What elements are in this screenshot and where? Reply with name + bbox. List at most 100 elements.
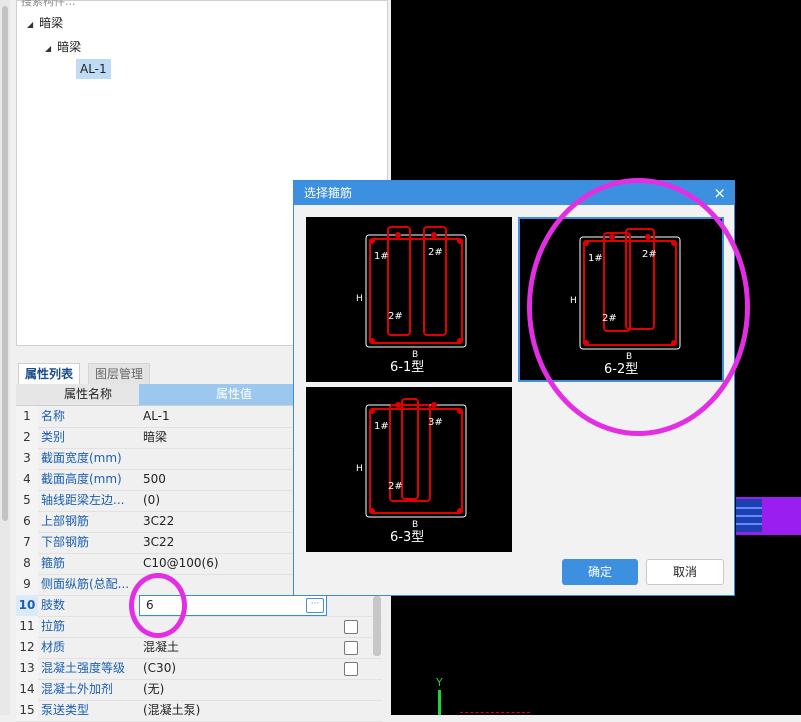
rebar-dot xyxy=(457,508,463,514)
label-3: 2# xyxy=(602,313,617,324)
dim-h: H xyxy=(356,294,363,304)
stirrup-diagram: 1# 2# 2# B H 6-1型 xyxy=(356,226,467,375)
rebar-dot xyxy=(457,408,463,414)
dim-b: B xyxy=(626,352,632,362)
input-value: 6 xyxy=(146,598,154,612)
cancel-button[interactable]: 取消 xyxy=(646,559,724,585)
stirrup-option-2[interactable]: 1# 2# 2# B H 6-2型 xyxy=(518,217,724,382)
attach-checkbox[interactable] xyxy=(344,641,358,655)
close-icon[interactable]: × xyxy=(713,181,726,205)
property-name: 肢数 xyxy=(41,598,66,612)
row-number: 7 xyxy=(16,532,38,553)
property-name: 截面高度(mm) xyxy=(41,472,122,486)
table-scrollbar[interactable] xyxy=(373,596,381,656)
row-number: 6 xyxy=(16,511,38,532)
dim-h: H xyxy=(356,464,363,474)
canvas-dashed-line xyxy=(460,712,530,714)
stirrup-type-label: 6-2型 xyxy=(604,362,638,377)
canvas-selected-element xyxy=(736,499,762,532)
property-name: 材质 xyxy=(41,640,66,654)
label-2: 2# xyxy=(642,249,657,260)
scrollbar-thumb[interactable] xyxy=(2,6,8,521)
row-number: 14 xyxy=(16,679,38,700)
attach-checkbox[interactable] xyxy=(344,620,358,634)
property-name: 类别 xyxy=(41,430,66,444)
rebar-dot xyxy=(671,340,677,346)
rebar-dot xyxy=(395,232,401,238)
table-row[interactable]: 15 泵送类型 (混凝土泵) xyxy=(16,700,382,722)
row-number: 11 xyxy=(16,616,38,637)
row-number: 1 xyxy=(16,406,38,427)
table-row[interactable]: 11 拉筋 xyxy=(16,616,382,638)
header-property-name: 属性名称 xyxy=(63,387,112,401)
left-scrollbar[interactable] xyxy=(0,0,10,715)
rebar-dot xyxy=(369,408,375,414)
rebar-dot xyxy=(369,338,375,344)
inner-stirrup-2 xyxy=(423,226,447,336)
tree-search-input[interactable]: 搜索构件... xyxy=(21,0,76,9)
property-name: 混凝土外加剂 xyxy=(41,682,114,696)
leg-count-input[interactable]: 6 ··· xyxy=(139,595,327,616)
property-value[interactable]: 混凝土 xyxy=(143,637,323,658)
rebar-dot xyxy=(609,234,615,240)
dim-h: H xyxy=(570,296,577,306)
tab-property-list[interactable]: 属性列表 xyxy=(18,363,81,385)
tree-node-label: AL-1 xyxy=(80,62,107,76)
rebar-dot xyxy=(395,402,401,408)
rebar-dot xyxy=(583,340,589,346)
tree-node-child[interactable]: ◢ 暗梁 xyxy=(45,38,81,55)
row-number: 9 xyxy=(16,574,38,595)
axis-y-label: Y xyxy=(436,676,443,689)
label-3: 2# xyxy=(388,481,403,492)
ellipsis-button[interactable]: ··· xyxy=(306,598,324,613)
property-name: 泵送类型 xyxy=(41,703,90,717)
rebar-dot xyxy=(369,508,375,514)
property-name: 拉筋 xyxy=(41,619,66,633)
table-row[interactable]: 10 肢数 6 ··· xyxy=(16,595,382,617)
row-number: 5 xyxy=(16,490,38,511)
label-1: 1# xyxy=(374,421,389,432)
property-value[interactable] xyxy=(143,616,323,637)
table-row[interactable]: 14 混凝土外加剂 (无) xyxy=(16,679,382,701)
attach-checkbox[interactable] xyxy=(344,662,358,676)
stirrup-type-label: 6-3型 xyxy=(390,530,424,545)
row-number: 8 xyxy=(16,553,38,574)
row-number: 13 xyxy=(16,658,38,679)
row-number: 3 xyxy=(16,448,38,469)
label-3: 2# xyxy=(388,311,403,322)
table-row[interactable]: 12 材质 混凝土 xyxy=(16,637,382,659)
rebar-dot xyxy=(583,240,589,246)
rebar-dot xyxy=(431,402,437,408)
property-name: 下部钢筋 xyxy=(41,535,90,549)
expand-triangle-icon[interactable]: ◢ xyxy=(27,20,33,29)
row-number: 2 xyxy=(16,427,38,448)
tree-node-root[interactable]: ◢ 暗梁 xyxy=(27,14,63,31)
rebar-dot xyxy=(369,238,375,244)
row-number: 15 xyxy=(16,700,38,721)
stirrup-option-3[interactable]: 1# 3# 2# B H 6-3型 xyxy=(306,387,512,552)
tab-layer-management[interactable]: 图层管理 xyxy=(88,363,151,386)
stirrup-type-label: 6-1型 xyxy=(390,360,424,375)
property-name: 截面宽度(mm) xyxy=(41,451,122,465)
property-name: 名称 xyxy=(41,409,66,423)
label-1: 1# xyxy=(588,253,603,264)
select-stirrup-dialog: 选择箍筋 × 1# 2# 2# B H 6-1型 1# 2# 2# B H 6-2型 1# 3# 2# B H 6… xyxy=(293,180,735,596)
stirrup-diagram: 1# 3# 2# B H 6-3型 xyxy=(356,398,467,545)
expand-triangle-icon[interactable]: ◢ xyxy=(45,44,51,53)
confirm-button[interactable]: 确定 xyxy=(562,559,638,585)
property-value[interactable]: (C30) xyxy=(143,658,323,679)
tree-node-al1[interactable]: AL-1 xyxy=(76,59,111,79)
dim-b: B xyxy=(412,350,418,360)
label-2: 3# xyxy=(428,417,443,428)
row-number: 12 xyxy=(16,637,38,658)
label-1: 1# xyxy=(374,251,389,262)
property-value[interactable]: (无) xyxy=(143,679,323,700)
table-row[interactable]: 13 混凝土强度等级 (C30) xyxy=(16,658,382,680)
row-number: 4 xyxy=(16,469,38,490)
property-name: 箍筋 xyxy=(41,556,66,570)
property-value[interactable]: (混凝土泵) xyxy=(143,700,323,721)
inner-stirrup-2 xyxy=(401,398,419,500)
stirrup-option-1[interactable]: 1# 2# 2# B H 6-1型 xyxy=(306,217,512,382)
property-name: 侧面纵筋(总配... xyxy=(41,577,130,591)
dialog-title: 选择箍筋 xyxy=(304,186,353,200)
